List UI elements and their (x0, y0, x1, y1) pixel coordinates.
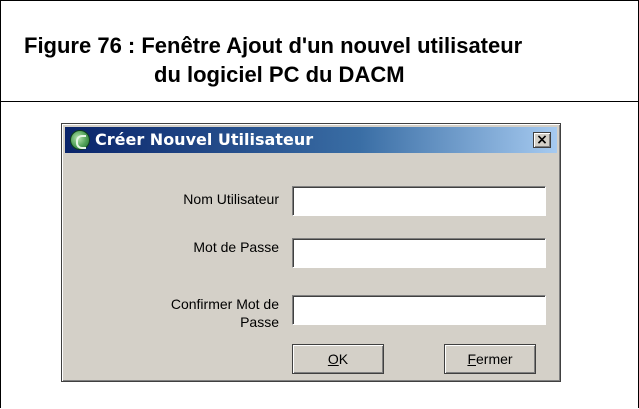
close-icon[interactable]: × (533, 132, 551, 148)
username-input[interactable] (292, 186, 546, 216)
caption-line-1: Figure 76 : Fenêtre Ajout d'un nouvel ut… (24, 33, 523, 58)
figure-caption: Figure 76 : Fenêtre Ajout d'un nouvel ut… (0, 0, 639, 102)
dialog-titlebar[interactable]: Créer Nouvel Utilisateur × (65, 127, 557, 153)
app-logo-icon (70, 130, 90, 150)
ok-button[interactable]: OK (292, 344, 384, 374)
username-label: Nom Utilisateur (183, 191, 279, 207)
dialog-title: Créer Nouvel Utilisateur (95, 130, 314, 149)
confirm-password-label-line2: Passe (240, 314, 279, 330)
create-user-dialog: Créer Nouvel Utilisateur × Nom Utilisate… (61, 123, 561, 382)
ok-accelerator: O (327, 351, 339, 367)
close-label: ermer (476, 351, 513, 367)
close-button[interactable]: Fermer (444, 344, 536, 374)
password-label: Mot de Passe (193, 239, 279, 255)
close-accelerator: F (467, 351, 476, 367)
ok-label: K (338, 351, 349, 367)
confirm-password-input[interactable] (292, 295, 546, 325)
password-input[interactable] (292, 238, 546, 268)
caption-line-2: du logiciel PC du DACM (154, 62, 405, 87)
confirm-password-label-line1: Confirmer Mot de (170, 296, 279, 312)
